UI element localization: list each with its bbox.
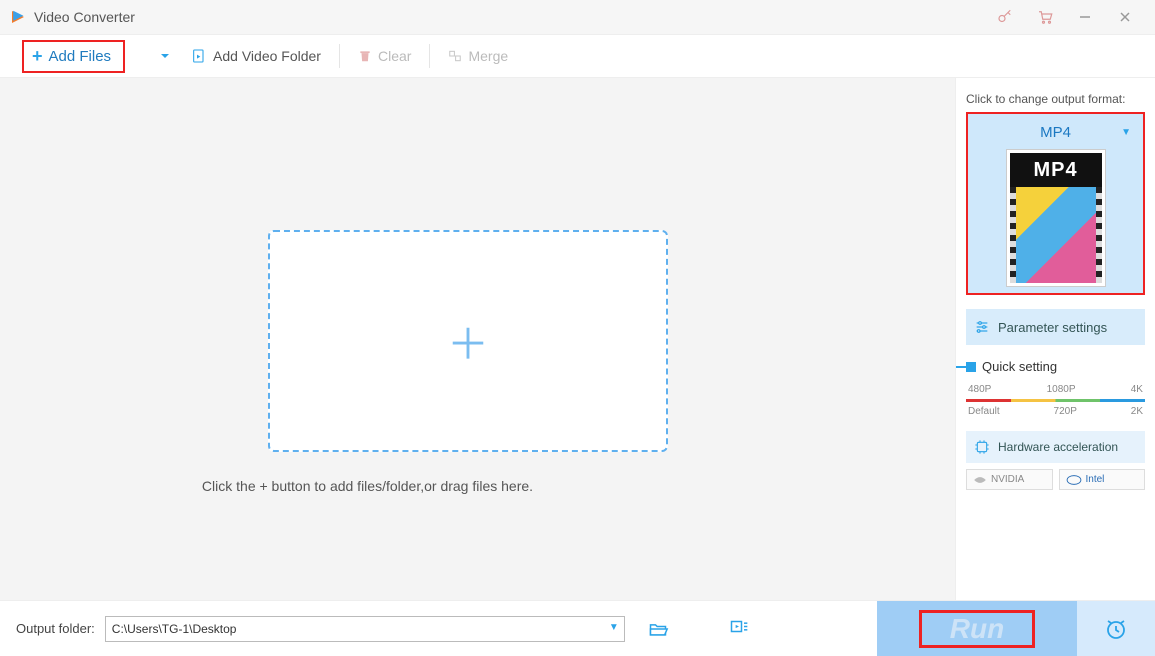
drop-zone[interactable]: ＋	[268, 230, 668, 452]
clear-button[interactable]: Clear	[344, 48, 425, 64]
nvidia-chip[interactable]: NVIDIA	[966, 469, 1053, 490]
chevron-down-icon: ▼	[1121, 127, 1131, 138]
format-tile-label: MP4	[1010, 153, 1102, 187]
plus-icon: +	[32, 46, 43, 67]
scale-tick: 1080P	[1047, 384, 1076, 395]
quality-gradient-bar	[966, 399, 1145, 402]
open-folder-button[interactable]	[647, 619, 669, 639]
hw-vendor-row: NVIDIA Intel	[966, 469, 1145, 490]
schedule-button[interactable]	[1077, 601, 1155, 656]
hardware-acceleration-button[interactable]: Hardware acceleration	[966, 431, 1145, 463]
merge-icon	[448, 49, 462, 63]
close-button[interactable]	[1105, 0, 1145, 34]
key-icon[interactable]	[985, 0, 1025, 34]
video-list-button[interactable]	[729, 619, 749, 639]
add-files-label: Add Files	[49, 48, 112, 65]
add-video-folder-label: Add Video Folder	[213, 48, 321, 64]
drop-hint-text: Click the + button to add files/folder,o…	[0, 478, 735, 494]
folder-video-icon	[191, 48, 207, 64]
intel-label: Intel	[1086, 474, 1105, 485]
cart-icon[interactable]	[1025, 0, 1065, 34]
parameter-settings-label: Parameter settings	[998, 320, 1107, 335]
output-folder-label: Output folder:	[16, 621, 95, 636]
film-strip-icon	[1010, 187, 1102, 283]
quick-setting-label: Quick setting	[982, 359, 1057, 374]
scale-tick: 2K	[1131, 406, 1143, 417]
add-files-button[interactable]: + Add Files	[22, 40, 125, 73]
run-button[interactable]: Run	[919, 610, 1035, 648]
minimize-button[interactable]	[1065, 0, 1105, 34]
output-format-selector[interactable]: MP4 ▼ MP4	[966, 112, 1145, 295]
format-header: MP4 ▼	[974, 120, 1137, 149]
work-area: ＋ Click the + button to add files/folder…	[0, 78, 955, 600]
dropzone-plus-icon: ＋	[447, 311, 489, 372]
title-bar: Video Converter	[0, 0, 1155, 34]
trash-icon	[358, 49, 372, 63]
add-video-folder-button[interactable]: Add Video Folder	[177, 48, 335, 64]
merge-label: Merge	[468, 48, 508, 64]
nvidia-label: NVIDIA	[991, 474, 1024, 485]
slider-handle-icon	[966, 362, 976, 372]
toolbar-separator	[429, 44, 430, 68]
alarm-clock-icon	[1104, 617, 1128, 641]
clear-label: Clear	[378, 48, 411, 64]
right-panel: Click to change output format: MP4 ▼ MP4…	[955, 78, 1155, 600]
quality-slider[interactable]: 480P 1080P 4K Default 720P 2K	[966, 384, 1145, 417]
main-area: ＋ Click the + button to add files/folder…	[0, 78, 1155, 600]
app-title: Video Converter	[34, 9, 135, 25]
parameter-settings-button[interactable]: Parameter settings	[966, 309, 1145, 345]
run-label: Run	[950, 613, 1004, 645]
bottom-bar: Output folder: ▼ Run	[0, 600, 1155, 656]
intel-chip[interactable]: Intel	[1059, 469, 1146, 490]
toolbar-separator	[339, 44, 340, 68]
app-logo-icon	[10, 9, 26, 25]
hardware-acceleration-label: Hardware acceleration	[998, 440, 1118, 454]
add-files-dropdown[interactable]	[153, 50, 177, 62]
format-name: MP4	[1040, 124, 1071, 141]
scale-tick: Default	[968, 406, 1000, 417]
merge-button[interactable]: Merge	[434, 48, 522, 64]
scale-tick: 720P	[1054, 406, 1077, 417]
format-preview-tile: MP4	[1006, 149, 1106, 287]
quick-setting-header: Quick setting	[966, 359, 1145, 374]
scale-tick: 480P	[968, 384, 991, 395]
output-folder-dropdown[interactable]: ▼	[609, 622, 619, 633]
nvidia-eye-icon	[973, 475, 987, 485]
intel-logo-icon	[1066, 475, 1082, 485]
output-folder-input[interactable]	[105, 616, 625, 642]
scale-tick: 4K	[1131, 384, 1143, 395]
main-toolbar: + Add Files Add Video Folder Clear Merge	[0, 34, 1155, 78]
run-button-area[interactable]: Run	[877, 601, 1077, 656]
change-format-hint: Click to change output format:	[966, 92, 1145, 106]
